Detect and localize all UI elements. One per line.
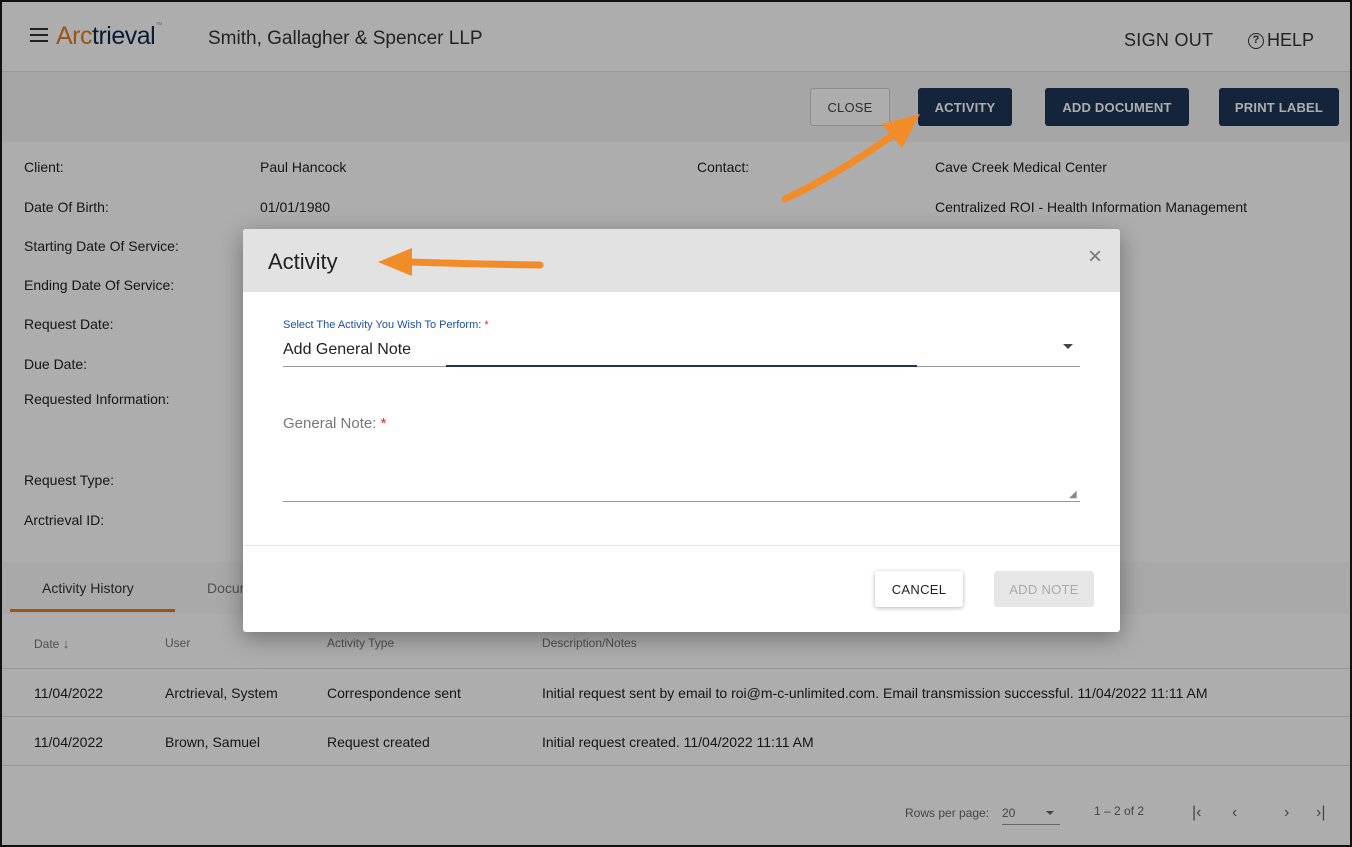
app-window: Arctrieval™ Smith, Gallagher & Spencer L… [0,0,1352,847]
note-underline [283,501,1080,502]
dialog-header: Activity × [243,229,1120,292]
resize-handle-icon[interactable]: ◢ [1069,489,1077,500]
activity-select[interactable]: Add General Note [283,341,411,359]
select-focus-underline [446,365,917,367]
add-note-button[interactable]: ADD NOTE [994,571,1094,607]
close-icon[interactable]: × [1088,243,1102,271]
activity-dialog: Activity × Select The Activity You Wish … [243,229,1120,632]
general-note-field[interactable]: General Note: * [283,415,386,432]
dialog-title: Activity [268,249,338,274]
dropdown-caret-icon[interactable] [1063,344,1073,349]
activity-select-label: Select The Activity You Wish To Perform:… [283,319,489,331]
dialog-divider [243,545,1120,546]
cancel-button[interactable]: CANCEL [875,571,963,607]
